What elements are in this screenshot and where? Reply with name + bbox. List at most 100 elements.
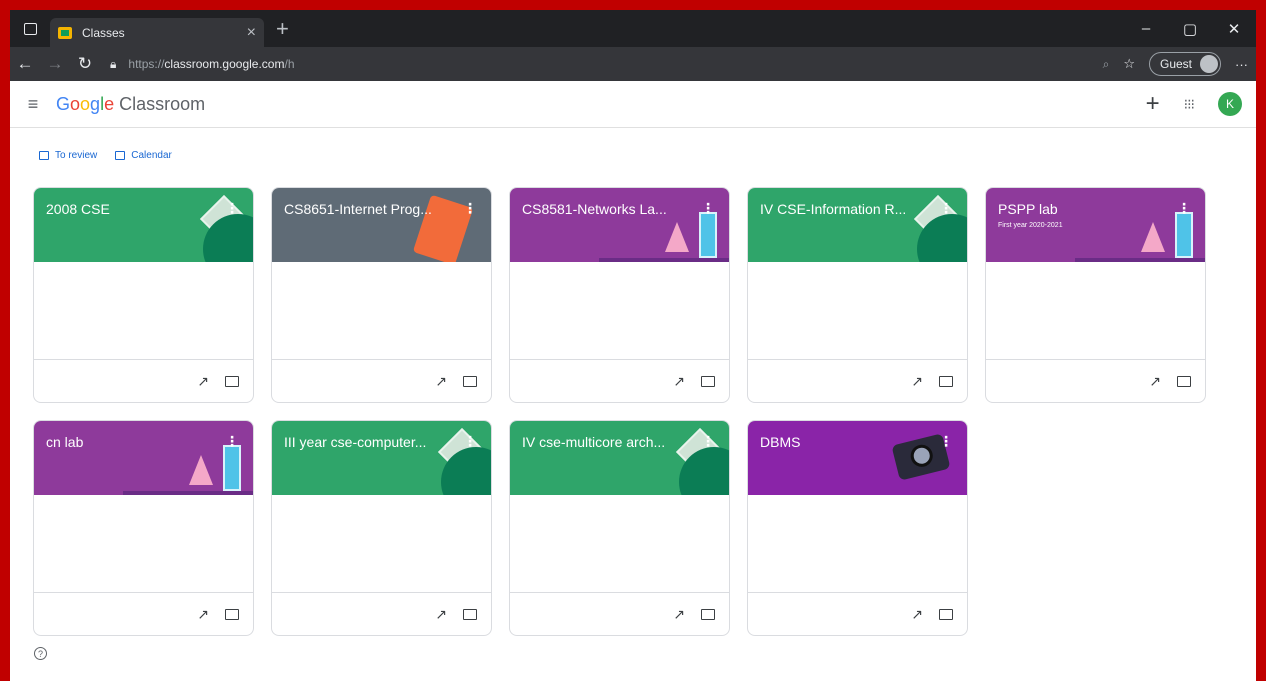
gradebook-trend-icon[interactable]: ↗ [673,373,685,390]
class-drive-folder-icon[interactable] [225,375,239,387]
refresh-icon[interactable]: ↻ [70,54,100,74]
class-banner[interactable]: CS8581-Networks La... ⋮ [510,188,729,262]
class-card-footer: ↗ [272,592,491,635]
class-drive-folder-icon[interactable] [463,608,477,620]
class-banner[interactable]: 2008 CSE ⋮ [34,188,253,262]
calendar-link[interactable]: Calendar [115,150,172,161]
class-card-body [34,495,253,594]
class-banner[interactable]: CS8651-Internet Prog... ⋮ [272,188,491,262]
class-section: First year 2020-2021 [998,222,1063,229]
class-options-icon[interactable]: ⋮ [939,200,953,217]
to-review-label: To review [55,150,98,161]
class-card[interactable]: DBMS ⋮ ↗ [747,420,968,636]
account-avatar[interactable]: K [1218,92,1242,116]
class-name[interactable]: IV CSE-Information R... [760,201,906,217]
class-card[interactable]: PSPP lab First year 2020-2021 ⋮ ↗ [985,187,1206,403]
back-icon[interactable]: ← [10,54,40,74]
shelf-illustration-icon [599,258,729,262]
class-card-body [748,262,967,361]
class-card[interactable]: CS8581-Networks La... ⋮ ↗ [509,187,730,403]
class-drive-folder-icon[interactable] [701,608,715,620]
class-card[interactable]: IV CSE-Information R... ⋮ ↗ [747,187,968,403]
tab-classes[interactable]: Classes × [50,18,264,47]
more-options-icon[interactable]: ··· [1235,57,1248,72]
class-name[interactable]: DBMS [760,434,800,450]
test-tube-illustration-icon [699,212,717,258]
class-name[interactable]: CS8651-Internet Prog... [284,201,432,217]
class-name[interactable]: III year cse-computer... [284,434,426,450]
new-tab-button[interactable]: + [276,16,289,42]
class-options-icon[interactable]: ⋮ [939,433,953,450]
class-card-footer: ↗ [986,359,1205,402]
minimize-button[interactable]: – [1124,20,1168,37]
class-card[interactable]: CS8651-Internet Prog... ⋮ ↗ [271,187,492,403]
class-drive-folder-icon[interactable] [1177,375,1191,387]
class-name[interactable]: PSPP lab [998,201,1058,217]
class-banner[interactable]: IV CSE-Information R... ⋮ [748,188,967,262]
gradebook-trend-icon[interactable]: ↗ [911,373,923,390]
main-menu-icon[interactable]: ≡ [10,94,56,115]
class-drive-folder-icon[interactable] [939,375,953,387]
tab-actions-icon[interactable] [10,22,50,35]
class-options-icon[interactable]: ⋮ [1177,200,1191,217]
class-banner[interactable]: IV cse-multicore arch... ⋮ [510,421,729,495]
class-options-icon[interactable]: ⋮ [225,200,239,217]
class-options-icon[interactable]: ⋮ [463,433,477,450]
classroom-favicon-icon [58,26,72,39]
class-banner[interactable]: cn lab ⋮ [34,421,253,495]
class-card-footer: ↗ [34,592,253,635]
class-drive-folder-icon[interactable] [939,608,953,620]
class-card[interactable]: IV cse-multicore arch... ⋮ ↗ [509,420,730,636]
url-field[interactable]: 🔒︎ https://classroom.google.com/h [110,51,1103,77]
guest-profile-button[interactable]: Guest [1148,52,1221,76]
class-banner[interactable]: PSPP lab First year 2020-2021 ⋮ [986,188,1205,262]
gradebook-trend-icon[interactable]: ↗ [197,373,209,390]
class-name[interactable]: CS8581-Networks La... [522,201,667,217]
class-card-footer: ↗ [748,359,967,402]
class-name[interactable]: IV cse-multicore arch... [522,434,665,450]
forward-icon[interactable]: → [40,54,70,74]
class-banner[interactable]: III year cse-computer... ⋮ [272,421,491,495]
class-card-body [34,262,253,361]
class-card[interactable]: cn lab ⋮ ↗ [33,420,254,636]
class-card[interactable]: III year cse-computer... ⋮ ↗ [271,420,492,636]
restore-button[interactable]: ▢ [1168,20,1212,38]
favorites-icon[interactable]: ☆ [1123,56,1135,72]
class-card-footer: ↗ [510,359,729,402]
class-options-icon[interactable]: ⋮ [463,200,477,217]
gradebook-trend-icon[interactable]: ↗ [1149,373,1161,390]
gradebook-trend-icon[interactable]: ↗ [673,606,685,623]
calendar-icon [115,151,126,160]
class-drive-folder-icon[interactable] [463,375,477,387]
gradebook-trend-icon[interactable]: ↗ [435,373,447,390]
class-options-icon[interactable]: ⋮ [701,200,715,217]
flask-illustration-icon [665,222,689,252]
close-tab-icon[interactable]: × [247,24,256,42]
gradebook-trend-icon[interactable]: ↗ [911,606,923,623]
create-join-class-icon[interactable]: + [1146,90,1160,118]
guest-avatar-icon [1200,55,1218,73]
help-icon[interactable]: ? [34,647,47,660]
test-tube-illustration-icon [1175,212,1193,258]
address-bar-actions: ⌕ ☆ Guest ··· [1103,52,1248,76]
to-review-link[interactable]: To review [39,150,97,161]
class-name[interactable]: 2008 CSE [46,201,110,217]
class-banner[interactable]: DBMS ⋮ [748,421,967,495]
class-options-icon[interactable]: ⋮ [701,433,715,450]
class-name[interactable]: cn lab [46,434,83,450]
close-window-button[interactable]: ✕ [1212,20,1256,38]
classroom-logo[interactable]: Google Classroom [56,94,205,115]
gradebook-trend-icon[interactable]: ↗ [435,606,447,623]
class-cards-grid: 2008 CSE ⋮ ↗ CS8651-Internet Prog... ⋮ ↗… [33,187,1206,636]
tab-strip: Classes × + – ▢ ✕ [10,10,1256,47]
browser-window: Classes × + – ▢ ✕ ← → ↻ 🔒︎ https://class… [10,10,1256,681]
class-drive-folder-icon[interactable] [225,608,239,620]
class-options-icon[interactable]: ⋮ [225,433,239,450]
class-card[interactable]: 2008 CSE ⋮ ↗ [33,187,254,403]
gradebook-trend-icon[interactable]: ↗ [197,606,209,623]
class-drive-folder-icon[interactable] [701,375,715,387]
url-path: /h [284,57,295,71]
zoom-icon[interactable]: ⌕ [1103,57,1110,72]
google-apps-icon[interactable]: ⁝⁝⁝ [1184,96,1195,113]
to-review-icon [39,151,49,160]
